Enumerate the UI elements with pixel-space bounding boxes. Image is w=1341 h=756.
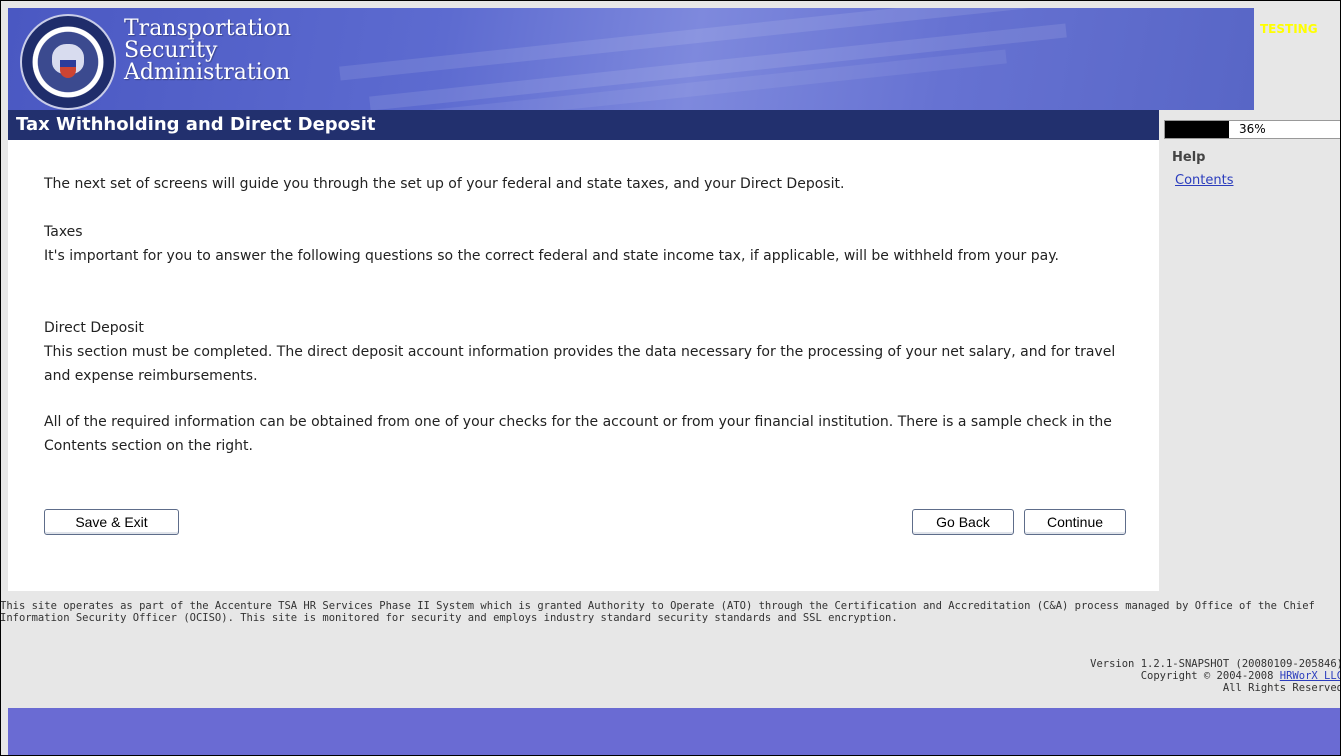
go-back-button[interactable]: Go Back bbox=[912, 509, 1014, 535]
direct-deposit-section: Direct Deposit This section must be comp… bbox=[44, 316, 1134, 388]
copyright-text: Copyright © 2004-2008 bbox=[1140, 670, 1280, 682]
intro-text: The next set of screens will guide you t… bbox=[44, 176, 845, 192]
direct-deposit-body: This section must be completed. The dire… bbox=[44, 344, 1116, 384]
taxes-heading: Taxes bbox=[44, 224, 83, 240]
help-sidebar: Help Contents bbox=[1172, 150, 1233, 188]
required-info-text: All of the required information can be o… bbox=[44, 414, 1112, 454]
environment-panel: TESTING bbox=[1254, 8, 1341, 110]
version-info: Version 1.2.1-SNAPSHOT (20080109-205846)… bbox=[1090, 658, 1341, 694]
shield-icon bbox=[60, 60, 76, 78]
help-contents-link[interactable]: Contents bbox=[1175, 173, 1233, 188]
org-name-line: Administration bbox=[124, 60, 291, 85]
version-text: Version 1.2.1-SNAPSHOT (20080109-205846) bbox=[1090, 658, 1341, 670]
taxes-body: It's important for you to answer the fol… bbox=[44, 248, 1059, 264]
help-title: Help bbox=[1172, 150, 1206, 165]
testing-label: TESTING bbox=[1260, 22, 1318, 36]
main-content: The next set of screens will guide you t… bbox=[8, 140, 1159, 591]
copyright-line: Copyright © 2004-2008 HRWorX LLC bbox=[1090, 670, 1341, 682]
org-name-line: Security bbox=[124, 38, 218, 63]
page-title: Tax Withholding and Direct Deposit bbox=[16, 114, 376, 135]
save-exit-button[interactable]: Save & Exit bbox=[44, 509, 179, 535]
dhs-seal-logo bbox=[20, 14, 116, 110]
direct-deposit-heading: Direct Deposit bbox=[44, 320, 144, 336]
header-banner: Transportation Security Administration bbox=[8, 8, 1254, 110]
continue-button[interactable]: Continue bbox=[1024, 509, 1126, 535]
taxes-section: Taxes It's important for you to answer t… bbox=[44, 220, 1134, 268]
title-bar: Tax Withholding and Direct Deposit bbox=[8, 110, 1159, 140]
bottom-bar bbox=[8, 708, 1341, 756]
organization-name: Transportation Security Administration bbox=[124, 18, 291, 84]
org-name-line: Transportation bbox=[124, 16, 291, 41]
rights-text: All Rights Reserved bbox=[1222, 682, 1341, 694]
progress-fill bbox=[1165, 121, 1229, 138]
security-notice: This site operates as part of the Accent… bbox=[0, 600, 1315, 624]
progress-text: 36% bbox=[1239, 122, 1266, 136]
progress-bar: 36% bbox=[1164, 120, 1341, 139]
hrworx-link[interactable]: HRWorX LLC bbox=[1280, 670, 1341, 682]
